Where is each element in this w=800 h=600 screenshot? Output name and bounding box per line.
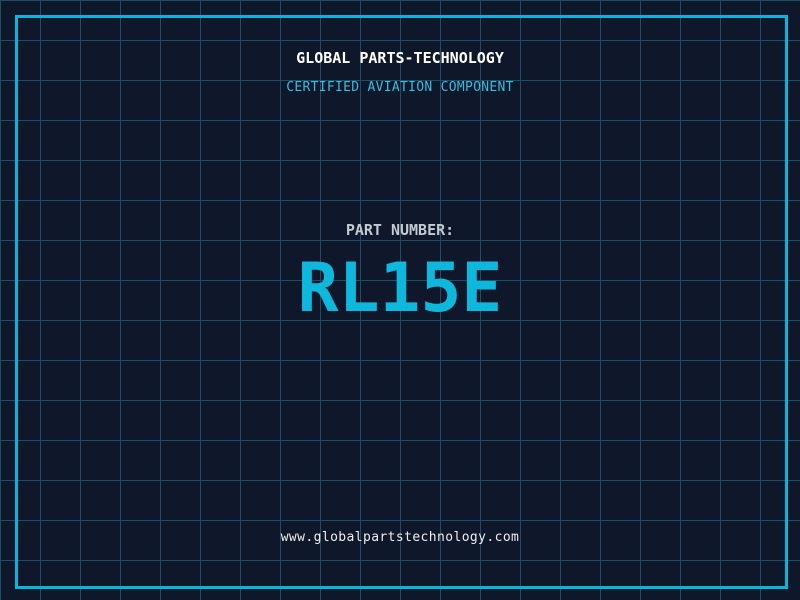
footer-website-url: www.globalpartstechnology.com: [280, 530, 520, 545]
part-number-value: RL15E: [297, 249, 503, 328]
certificate-canvas: GLOBAL PARTS-TECHNOLOGY CERTIFIED AVIATI…: [0, 0, 800, 600]
company-title: GLOBAL PARTS-TECHNOLOGY: [296, 49, 504, 67]
certification-subtitle: CERTIFIED AVIATION COMPONENT: [286, 80, 514, 95]
part-number-label: PART NUMBER:: [345, 221, 455, 239]
